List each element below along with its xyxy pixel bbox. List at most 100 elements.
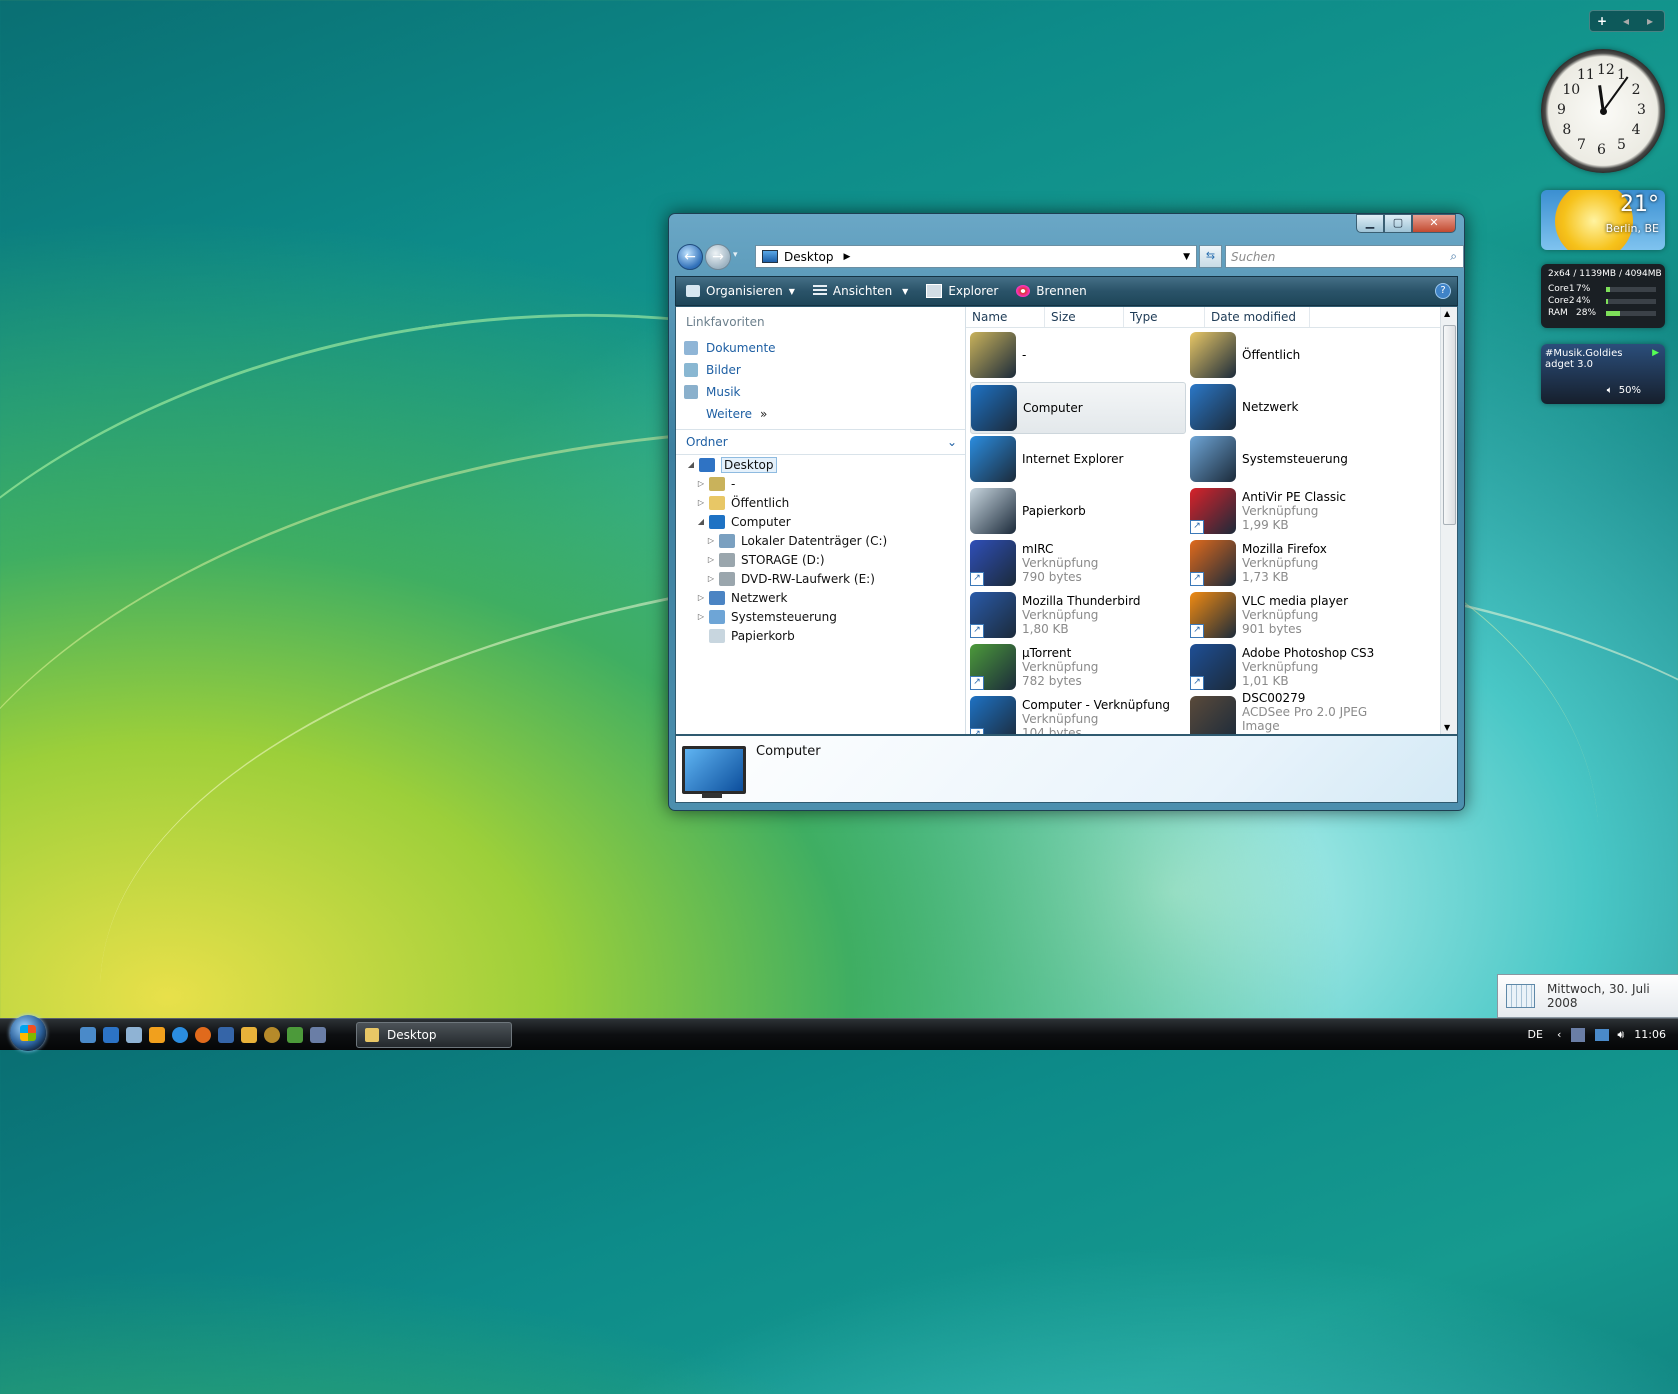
explorer-button[interactable]: Explorer xyxy=(926,284,998,298)
search-icon[interactable]: ⌕ xyxy=(1450,249,1457,264)
file-item[interactable]: ↗ mIRC Verknüpfung 790 bytes xyxy=(970,538,1184,588)
minimize-button[interactable]: ▁ xyxy=(1356,214,1384,233)
sidebar-icon[interactable] xyxy=(310,1027,326,1043)
forward-button[interactable]: → xyxy=(705,244,731,270)
app-icon[interactable] xyxy=(264,1027,280,1043)
volume-icon[interactable]: 🔊︎ xyxy=(1617,1028,1624,1042)
file-item[interactable]: DSC00279ACDSee Pro 2.0 JPEG Image415 KB xyxy=(1190,691,1404,734)
search-input[interactable]: Suchen ⌕ xyxy=(1225,245,1464,268)
explorer-window[interactable]: ▁ ▢ ✕ ← → ▾ Desktop ▶ ▼ ⇆ Suchen ⌕ Organ… xyxy=(668,213,1465,811)
explorer-icon xyxy=(926,284,943,298)
switch-windows-icon[interactable] xyxy=(103,1027,119,1043)
file-item[interactable]: ↗ µTorrent Verknüpfung 782 bytes xyxy=(970,642,1184,692)
file-item[interactable]: ↗ Computer - Verknüpfung Verknüpfung 104 by… xyxy=(970,694,1184,734)
tree-item[interactable]: ◢ Computer xyxy=(676,512,965,531)
column-size[interactable]: Size xyxy=(1045,307,1124,327)
fav-documents[interactable]: Dokumente xyxy=(676,337,965,359)
help-icon[interactable]: ? xyxy=(1435,283,1451,299)
expand-toggle-icon[interactable]: ◢ xyxy=(686,460,696,469)
refresh-button[interactable]: ⇆ xyxy=(1199,245,1222,268)
show-desktop-icon[interactable] xyxy=(80,1027,96,1043)
start-button[interactable] xyxy=(10,1015,46,1051)
tree-item[interactable]: ◢ Desktop xyxy=(676,455,965,474)
column-name[interactable]: Name xyxy=(966,307,1045,327)
file-type: Verknüpfung xyxy=(1242,504,1319,518)
weather-gadget[interactable]: 21° Berlin, BE xyxy=(1541,190,1665,250)
expand-toggle-icon[interactable]: ▷ xyxy=(706,574,716,583)
play-icon[interactable]: ▶ xyxy=(1652,348,1659,358)
column-date-modified[interactable]: Date modified xyxy=(1205,307,1310,327)
column-type[interactable]: Type xyxy=(1124,307,1205,327)
tree-item[interactable]: ▷ Öffentlich xyxy=(676,493,965,512)
shortcut-arrow-icon: ↗ xyxy=(1190,624,1204,638)
fav-more[interactable]: Weitere » xyxy=(676,403,965,425)
file-item[interactable]: Netzwerk xyxy=(1190,382,1404,432)
scrollbar-thumb[interactable] xyxy=(1443,325,1456,525)
music-gadget[interactable]: #Musik.Goldies adget 3.0 ▶ 🔈︎ 50% xyxy=(1541,344,1665,404)
tree-item[interactable]: ▷ STORAGE (D:) xyxy=(676,550,965,569)
views-button[interactable]: Ansichten ▼ xyxy=(812,284,908,298)
internet-explorer-icon[interactable] xyxy=(172,1027,188,1043)
task-desktop[interactable]: Desktop xyxy=(356,1022,512,1048)
address-dropdown-icon[interactable]: ▼ xyxy=(1183,252,1190,262)
sidebar-next-icon[interactable]: ▸ xyxy=(1638,14,1662,28)
maximize-button[interactable]: ▢ xyxy=(1384,214,1412,233)
breadcrumb-arrow-icon[interactable]: ▶ xyxy=(844,252,851,262)
address-bar[interactable]: Desktop ▶ ▼ xyxy=(755,245,1197,268)
show-hidden-icons[interactable]: ‹ xyxy=(1557,1028,1561,1041)
clock-time[interactable]: 11:06 xyxy=(1634,1028,1666,1041)
file-item[interactable]: Öffentlich xyxy=(1190,330,1404,380)
expand-toggle-icon[interactable]: ▷ xyxy=(696,593,706,602)
expand-toggle-icon[interactable]: ▷ xyxy=(696,612,706,621)
burn-button[interactable]: Brennen xyxy=(1016,284,1087,298)
folder-icon xyxy=(365,1028,379,1042)
file-name: AntiVir PE Classic xyxy=(1242,490,1347,504)
file-item[interactable]: ↗ VLC media player Verknüpfung 901 bytes xyxy=(1190,590,1404,640)
organize-button[interactable]: Organisieren ▼ xyxy=(686,284,795,298)
expand-toggle-icon[interactable]: ▷ xyxy=(706,536,716,545)
file-item[interactable]: ↗ AntiVir PE Classic Verknüpfung 1,99 KB xyxy=(1190,486,1404,536)
network-icon[interactable] xyxy=(1595,1028,1610,1041)
expand-toggle-icon[interactable]: ▷ xyxy=(696,479,706,488)
explorer-quicklaunch-icon[interactable] xyxy=(126,1027,142,1043)
volume-control[interactable]: 🔈︎ 50% xyxy=(1607,385,1641,396)
file-item[interactable]: ↗ Mozilla Firefox Verknüpfung 1,73 KB xyxy=(1190,538,1404,588)
tree-item[interactable]: Papierkorb xyxy=(676,626,965,645)
utorrent-icon[interactable] xyxy=(287,1027,303,1043)
vertical-scrollbar[interactable]: ▲ ▼ xyxy=(1440,307,1457,734)
expand-toggle-icon[interactable]: ▷ xyxy=(696,498,706,507)
sidebar-prev-icon[interactable]: ◂ xyxy=(1614,14,1638,28)
cpu-meter-gadget[interactable]: 2x64 / 1139MB / 4094MB Core1 7% Core2 4% RAM… xyxy=(1541,264,1665,328)
back-button[interactable]: ← xyxy=(677,244,703,270)
file-item[interactable]: Papierkorb xyxy=(970,486,1184,536)
add-gadget-button[interactable]: + xyxy=(1590,14,1614,28)
fav-pictures[interactable]: Bilder xyxy=(676,359,965,381)
folders-header[interactable]: Ordner ⌄ xyxy=(676,429,965,455)
firefox-icon[interactable] xyxy=(195,1027,211,1043)
thunderbird-icon[interactable] xyxy=(218,1027,234,1043)
tray-app-icon[interactable] xyxy=(1571,1027,1586,1042)
winamp-icon[interactable] xyxy=(241,1027,257,1043)
scroll-up-icon[interactable]: ▲ xyxy=(1444,309,1450,318)
fav-music[interactable]: Musik xyxy=(676,381,965,403)
tree-item[interactable]: ▷ Netzwerk xyxy=(676,588,965,607)
tree-item[interactable]: ▷ - xyxy=(676,474,965,493)
file-item[interactable]: - xyxy=(970,330,1184,380)
file-item[interactable]: ↗ Adobe Photoshop CS3 Verknüpfung 1,01 KB xyxy=(1190,642,1404,692)
scroll-down-icon[interactable]: ▼ xyxy=(1444,723,1450,732)
file-item[interactable]: Computer xyxy=(970,382,1186,434)
clock-gadget[interactable]: 12 1 2 3 4 5 6 7 8 9 10 11 xyxy=(1541,49,1665,173)
file-item[interactable]: Systemsteuerung xyxy=(1190,434,1404,484)
file-item[interactable]: ↗ Mozilla Thunderbird Verknüpfung 1,80 KB xyxy=(970,590,1184,640)
language-indicator[interactable]: DE xyxy=(1528,1028,1543,1041)
expand-toggle-icon[interactable]: ▷ xyxy=(706,555,716,564)
expand-toggle-icon[interactable]: ◢ xyxy=(696,517,706,526)
file-size: 1,01 KB xyxy=(1242,674,1289,688)
media-player-icon[interactable] xyxy=(149,1027,165,1043)
tree-item[interactable]: ▷ DVD-RW-Laufwerk (E:) xyxy=(676,569,965,588)
tree-item[interactable]: ▷ Lokaler Datenträger (C:) xyxy=(676,531,965,550)
recent-pages-dropdown-icon[interactable]: ▾ xyxy=(733,250,738,260)
tree-item[interactable]: ▷ Systemsteuerung xyxy=(676,607,965,626)
file-item[interactable]: Internet Explorer xyxy=(970,434,1184,484)
close-button[interactable]: ✕ xyxy=(1412,214,1456,233)
